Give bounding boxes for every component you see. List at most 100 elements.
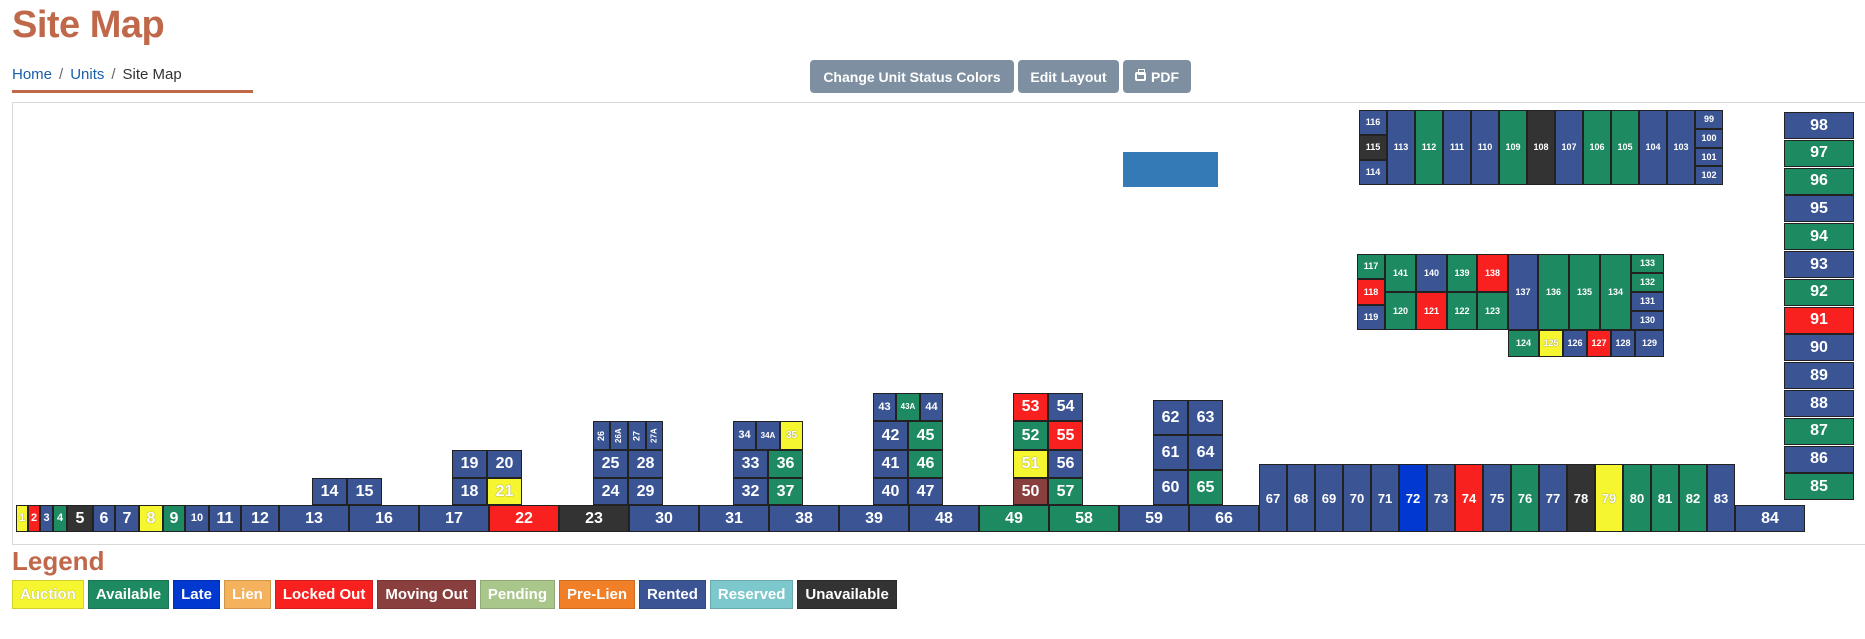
unit-24[interactable]: 24 xyxy=(593,478,628,505)
change-unit-status-colors-button[interactable]: Change Unit Status Colors xyxy=(810,60,1014,93)
unit-60[interactable]: 60 xyxy=(1153,470,1188,505)
unit-58[interactable]: 58 xyxy=(1049,505,1119,532)
unit-87[interactable]: 87 xyxy=(1784,417,1854,445)
unit-133[interactable]: 133 xyxy=(1631,254,1664,273)
unit-11[interactable]: 11 xyxy=(209,505,241,532)
unit-2[interactable]: 2 xyxy=(28,505,40,532)
unit-84[interactable]: 84 xyxy=(1735,505,1805,532)
unit-82[interactable]: 82 xyxy=(1679,464,1707,532)
unit-22[interactable]: 22 xyxy=(489,505,559,532)
unit-32[interactable]: 32 xyxy=(733,478,768,505)
unit-59[interactable]: 59 xyxy=(1119,505,1189,532)
unit-101[interactable]: 101 xyxy=(1695,148,1723,166)
unit-38[interactable]: 38 xyxy=(769,505,839,532)
unit-71[interactable]: 71 xyxy=(1371,464,1399,532)
unit-15[interactable]: 15 xyxy=(347,478,382,505)
unit-14[interactable]: 14 xyxy=(312,478,347,505)
unit-115[interactable]: 115 xyxy=(1359,135,1387,160)
unit-79[interactable]: 79 xyxy=(1595,464,1623,532)
unit-119[interactable]: 119 xyxy=(1357,305,1385,330)
unit-43a[interactable]: 43A xyxy=(896,393,920,421)
unit-18[interactable]: 18 xyxy=(452,478,487,505)
unit-113[interactable]: 113 xyxy=(1387,110,1415,185)
unit-48[interactable]: 48 xyxy=(909,505,979,532)
unit-53[interactable]: 53 xyxy=(1013,393,1048,421)
unit-105[interactable]: 105 xyxy=(1611,110,1639,185)
unit-104[interactable]: 104 xyxy=(1639,110,1667,185)
unit-123[interactable]: 123 xyxy=(1477,292,1508,330)
breadcrumb-home-link[interactable]: Home xyxy=(12,66,52,83)
unit-52[interactable]: 52 xyxy=(1013,421,1048,450)
unit-1[interactable]: 1 xyxy=(16,505,28,532)
unit-41[interactable]: 41 xyxy=(873,450,908,478)
unit-77[interactable]: 77 xyxy=(1539,464,1567,532)
unit-6[interactable]: 6 xyxy=(93,505,115,532)
unit-44[interactable]: 44 xyxy=(920,393,943,421)
unit-19[interactable]: 19 xyxy=(452,450,487,478)
map-selection-block[interactable] xyxy=(1123,152,1218,187)
unit-141[interactable]: 141 xyxy=(1385,254,1416,292)
unit-54[interactable]: 54 xyxy=(1048,393,1083,421)
unit-136[interactable]: 136 xyxy=(1538,254,1569,330)
unit-50[interactable]: 50 xyxy=(1013,478,1048,505)
unit-89[interactable]: 89 xyxy=(1784,362,1854,390)
unit-64[interactable]: 64 xyxy=(1188,435,1223,470)
unit-102[interactable]: 102 xyxy=(1695,166,1723,185)
unit-97[interactable]: 97 xyxy=(1784,139,1854,167)
unit-116[interactable]: 116 xyxy=(1359,110,1387,135)
unit-68[interactable]: 68 xyxy=(1287,464,1315,532)
unit-28[interactable]: 28 xyxy=(628,450,663,478)
unit-40[interactable]: 40 xyxy=(873,478,908,505)
unit-118[interactable]: 118 xyxy=(1357,279,1385,305)
unit-35[interactable]: 35 xyxy=(780,421,803,450)
unit-16[interactable]: 16 xyxy=(349,505,419,532)
unit-93[interactable]: 93 xyxy=(1784,251,1854,278)
unit-128[interactable]: 128 xyxy=(1611,330,1635,357)
unit-92[interactable]: 92 xyxy=(1784,278,1854,306)
unit-67[interactable]: 67 xyxy=(1259,464,1287,532)
unit-76[interactable]: 76 xyxy=(1511,464,1539,532)
unit-8[interactable]: 8 xyxy=(139,505,163,532)
unit-65[interactable]: 65 xyxy=(1188,470,1223,505)
unit-61[interactable]: 61 xyxy=(1153,435,1188,470)
unit-63[interactable]: 63 xyxy=(1188,400,1223,435)
unit-42[interactable]: 42 xyxy=(873,421,908,450)
unit-45[interactable]: 45 xyxy=(908,421,943,450)
unit-37[interactable]: 37 xyxy=(768,478,803,505)
unit-85[interactable]: 85 xyxy=(1784,473,1854,501)
unit-46[interactable]: 46 xyxy=(908,450,943,478)
unit-90[interactable]: 90 xyxy=(1784,334,1854,362)
unit-21[interactable]: 21 xyxy=(487,478,522,505)
unit-112[interactable]: 112 xyxy=(1415,110,1443,185)
unit-17[interactable]: 17 xyxy=(419,505,489,532)
unit-120[interactable]: 120 xyxy=(1385,292,1416,330)
unit-31[interactable]: 31 xyxy=(699,505,769,532)
unit-20[interactable]: 20 xyxy=(487,450,522,478)
unit-26a[interactable]: 26A xyxy=(610,421,628,450)
unit-108[interactable]: 108 xyxy=(1527,110,1555,185)
unit-69[interactable]: 69 xyxy=(1315,464,1343,532)
unit-114[interactable]: 114 xyxy=(1359,160,1387,185)
unit-125[interactable]: 125 xyxy=(1539,330,1563,357)
unit-106[interactable]: 106 xyxy=(1583,110,1611,185)
unit-127[interactable]: 127 xyxy=(1587,330,1611,357)
unit-26[interactable]: 26 xyxy=(593,421,610,450)
unit-62[interactable]: 62 xyxy=(1153,400,1188,435)
breadcrumb-units-link[interactable]: Units xyxy=(70,66,104,83)
unit-9[interactable]: 9 xyxy=(163,505,185,532)
unit-121[interactable]: 121 xyxy=(1416,292,1447,330)
unit-70[interactable]: 70 xyxy=(1343,464,1371,532)
unit-86[interactable]: 86 xyxy=(1784,445,1854,473)
unit-27a[interactable]: 27A xyxy=(646,421,663,450)
unit-30[interactable]: 30 xyxy=(629,505,699,532)
unit-5[interactable]: 5 xyxy=(67,505,93,532)
unit-124[interactable]: 124 xyxy=(1508,330,1539,357)
unit-43[interactable]: 43 xyxy=(873,393,896,421)
unit-3[interactable]: 3 xyxy=(40,505,53,532)
unit-100[interactable]: 100 xyxy=(1695,129,1723,148)
unit-109[interactable]: 109 xyxy=(1499,110,1527,185)
unit-27[interactable]: 27 xyxy=(628,421,646,450)
edit-layout-button[interactable]: Edit Layout xyxy=(1018,60,1119,93)
unit-122[interactable]: 122 xyxy=(1447,292,1477,330)
unit-33[interactable]: 33 xyxy=(733,450,768,478)
